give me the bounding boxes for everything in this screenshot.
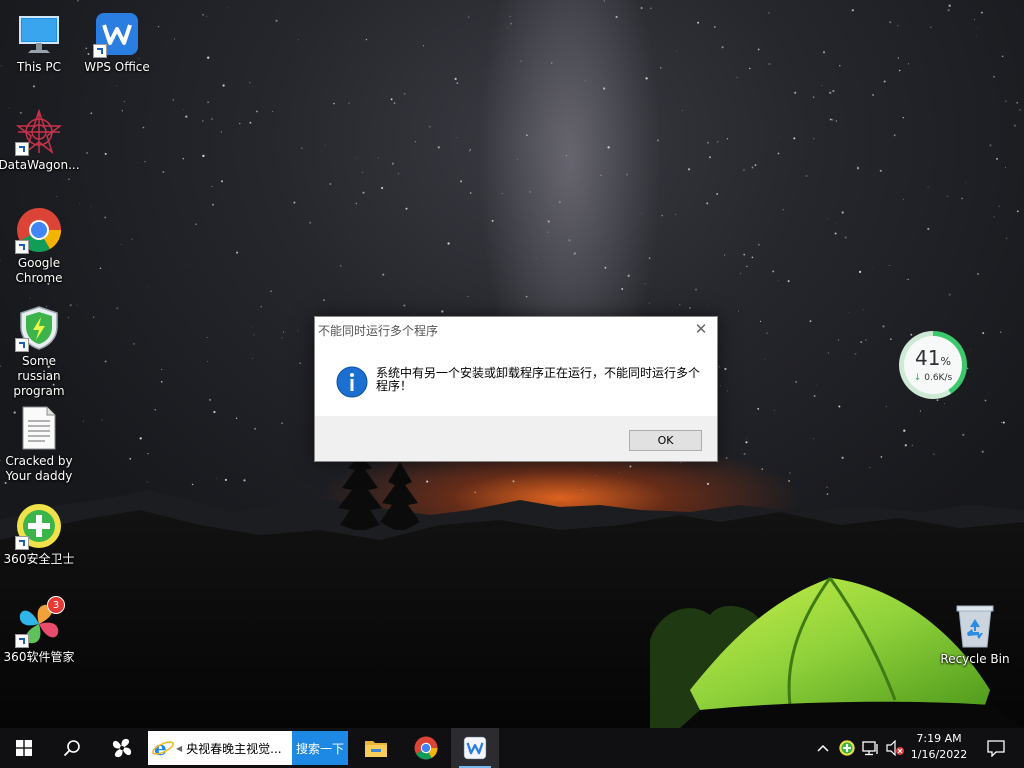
- tray-network[interactable]: [860, 728, 882, 768]
- widget-percent-value: 41: [915, 345, 941, 370]
- desktop-icon-label: 360安全卫士: [3, 552, 75, 566]
- dialog-titlebar[interactable]: 不能同时运行多个程序 ✕: [315, 317, 717, 341]
- widget-speed-value: 0.6K/s: [924, 372, 953, 383]
- widget-speed: ↓ 0.6K/s: [914, 373, 952, 384]
- 360-software-manager-icon: 3: [15, 596, 65, 648]
- text-document-icon: [15, 404, 63, 452]
- ok-button[interactable]: OK: [629, 430, 702, 451]
- dialog-close-button[interactable]: ✕: [687, 317, 715, 341]
- shortcut-arrow-icon: [15, 142, 29, 156]
- download-arrow-icon: ↓: [913, 372, 922, 383]
- chrome-icon: [414, 736, 438, 760]
- taskbar: e ◀ 央视春晚主视觉... 搜索一下 7:19 AM 1/16/2022: [0, 728, 1024, 768]
- shortcut-arrow-icon: [15, 536, 29, 550]
- windows-logo-icon: [16, 740, 32, 756]
- desktop-icon-label: WPS Office: [84, 60, 150, 74]
- taskbar-chrome[interactable]: [402, 728, 450, 768]
- shortcut-arrow-icon: [93, 44, 107, 58]
- dialog-title: 不能同时运行多个程序: [318, 324, 439, 338]
- 360-safe-icon: [839, 740, 855, 756]
- clock-date: 1/16/2022: [910, 748, 968, 761]
- desktop-icon-some-russian-program[interactable]: Some russian program: [0, 304, 78, 399]
- tray-360-safe[interactable]: [836, 728, 858, 768]
- 360-safe-icon: [15, 502, 63, 550]
- dropdown-arrow-icon: ◀: [176, 743, 183, 753]
- desktop: This PC WPS Office DataWagon... Google C…: [0, 0, 1024, 768]
- shortcut-arrow-icon: [15, 240, 29, 254]
- dialog-body: 系统中有另一个安装或卸载程序正在运行，不能同时运行多个程序！: [315, 341, 717, 416]
- browser-search-submit-button[interactable]: 搜索一下: [292, 731, 348, 765]
- taskbar-clock[interactable]: 7:19 AM 1/16/2022: [906, 731, 972, 763]
- widget-inner: 41% ↓ 0.6K/s: [904, 336, 962, 394]
- wps-office-icon: [93, 10, 141, 58]
- volume-muted-icon: [886, 740, 904, 756]
- wps-office-icon: [463, 736, 487, 760]
- shortcut-arrow-icon: [15, 338, 29, 352]
- dialog-message: 系统中有另一个安装或卸载程序正在运行，不能同时运行多个程序！: [376, 366, 701, 393]
- chrome-icon: [15, 206, 63, 254]
- desktop-icon-this-pc[interactable]: This PC: [0, 10, 78, 75]
- notification-badge: 3: [47, 596, 65, 614]
- ie-icon: e: [152, 737, 174, 759]
- desktop-icon-wps-office[interactable]: WPS Office: [78, 10, 156, 75]
- start-button[interactable]: [0, 728, 48, 768]
- desktop-icon-recycle-bin[interactable]: Recycle Bin: [936, 602, 1014, 667]
- widget-percent-unit: %: [940, 354, 951, 368]
- desktop-icon-label: 360软件管家: [3, 650, 75, 664]
- folder-icon: [365, 741, 387, 757]
- recycle-bin-icon: [951, 602, 999, 650]
- shortcut-arrow-icon: [15, 634, 29, 648]
- desktop-icon-label: Google Chrome: [15, 256, 63, 285]
- show-hidden-icons-button[interactable]: [812, 728, 834, 768]
- desktop-icon-label: Recycle Bin: [940, 652, 1010, 666]
- clock-time: 7:19 AM: [916, 732, 962, 745]
- chevron-up-icon: [817, 744, 829, 752]
- browser-search-text: 央视春晚主视觉...: [186, 741, 282, 756]
- browser-search-box[interactable]: e ◀ 央视春晚主视觉...: [148, 731, 292, 765]
- notification-icon: [987, 740, 1005, 757]
- desktop-icon-google-chrome[interactable]: Google Chrome: [0, 206, 78, 286]
- taskbar-wps-office[interactable]: [451, 728, 499, 768]
- taskbar-file-explorer[interactable]: [352, 728, 400, 768]
- desktop-icon-datawagon[interactable]: DataWagon...: [0, 108, 80, 173]
- desktop-icon-360-safe[interactable]: 360安全卫士: [0, 502, 78, 567]
- datawagon-icon: [15, 108, 63, 156]
- desktop-icon-cracked-by-your-daddy[interactable]: Cracked by Your daddy: [0, 404, 78, 484]
- action-center-button[interactable]: [976, 728, 1016, 768]
- info-icon: [336, 366, 368, 398]
- computer-icon: [15, 10, 63, 58]
- search-icon: [63, 740, 80, 757]
- fan-icon: [112, 738, 132, 758]
- dialog-footer: OK: [315, 416, 717, 461]
- close-icon: ✕: [694, 320, 708, 338]
- network-icon: [862, 741, 878, 756]
- search-button[interactable]: [48, 728, 96, 768]
- 360-fan-button[interactable]: [98, 728, 146, 768]
- desktop-icon-360-software-manager[interactable]: 3 360软件管家: [0, 596, 78, 665]
- desktop-icon-label: Cracked by Your daddy: [5, 454, 73, 483]
- tray-volume[interactable]: [884, 728, 906, 768]
- widget-percent: 41%: [915, 347, 951, 373]
- network-speed-widget[interactable]: 41% ↓ 0.6K/s: [899, 331, 967, 399]
- desktop-icon-label: This PC: [17, 60, 61, 74]
- desktop-icon-label: Some russian program: [13, 354, 65, 398]
- desktop-icon-label: DataWagon...: [0, 158, 80, 172]
- message-dialog: 不能同时运行多个程序 ✕ 系统中有另一个安装或卸载程序正在运行，不能同时运行多个…: [314, 316, 718, 462]
- shield-icon: [15, 304, 63, 352]
